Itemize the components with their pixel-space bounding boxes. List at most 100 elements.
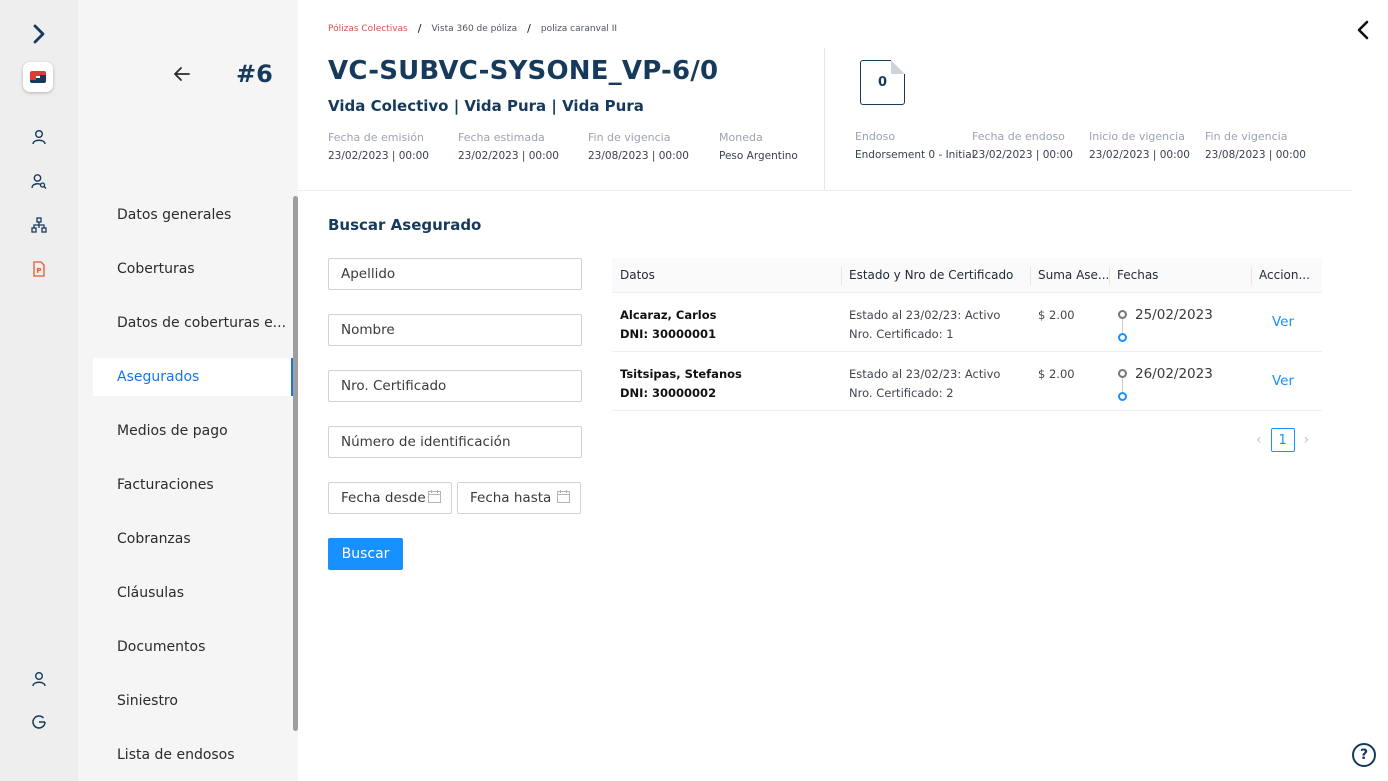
search-user-icon[interactable]	[0, 171, 78, 191]
meta-value: Peso Argentino	[719, 150, 798, 162]
breadcrumb-vista-360[interactable]: Vista 360 de póliza	[431, 24, 517, 34]
insured-date: 26/02/2023	[1135, 366, 1213, 382]
meta-value: 23/02/2023 | 00:00	[458, 150, 559, 162]
meta-fin-vigencia: Fin de vigencia 23/08/2023 | 00:00	[588, 131, 689, 162]
column-header-suma[interactable]: Suma Ase...	[1030, 258, 1109, 292]
section-divider	[298, 190, 1353, 191]
meta-label: Fecha de endoso	[972, 130, 1065, 143]
meta-inicio-vigencia: Inicio de vigencia 23/02/2023 | 00:00	[1089, 130, 1190, 161]
nav-item-medios-de-pago[interactable]: Medios de pago	[93, 404, 293, 458]
meta-fin-vigencia-endoso: Fin de vigencia 23/08/2023 | 00:00	[1205, 130, 1306, 161]
table-row: Alcaraz, Carlos DNI: 30000001 Estado al …	[612, 293, 1322, 352]
nav-item-asegurados[interactable]: Asegurados	[93, 358, 293, 396]
meta-endoso: Endoso Endorsement 0 - Initial	[855, 130, 975, 161]
ver-link[interactable]: Ver	[1251, 352, 1322, 410]
meta-moneda: Moneda Peso Argentino	[719, 131, 798, 162]
cell-datos: Alcaraz, Carlos DNI: 30000001	[612, 293, 841, 351]
buscar-button[interactable]: Buscar	[328, 538, 403, 570]
calendar-icon	[557, 489, 570, 507]
expand-menu-icon[interactable]	[0, 22, 78, 46]
pagination: ‹ 1 ›	[1256, 428, 1309, 452]
cell-suma: $ 2.00	[1038, 367, 1075, 381]
document-count-badge[interactable]: 0	[860, 60, 905, 105]
table-header: Datos Estado y Nro de Certificado Suma A…	[612, 258, 1322, 293]
column-header-fechas[interactable]: Fechas	[1109, 258, 1251, 292]
policy-document-icon[interactable]: P	[0, 259, 78, 279]
main-content: Pólizas Colectivas / Vista 360 de póliza…	[298, 0, 1388, 781]
breadcrumb-polizas-colectivas[interactable]: Pólizas Colectivas	[328, 24, 408, 34]
nav-item-datos-coberturas[interactable]: Datos de coberturas e...	[93, 296, 293, 350]
breadcrumb-separator: /	[527, 22, 531, 35]
meta-label: Endoso	[855, 130, 896, 143]
prev-page-icon[interactable]: ‹	[1256, 432, 1262, 448]
ver-link[interactable]: Ver	[1251, 293, 1322, 351]
svg-text:P: P	[36, 267, 41, 275]
nav-item-facturaciones[interactable]: Facturaciones	[93, 458, 293, 512]
insured-certificate: Nro. Certificado: 1	[849, 327, 954, 341]
nav-item-siniestro[interactable]: Siniestro	[93, 674, 293, 728]
meta-value: 23/02/2023 | 00:00	[1089, 149, 1190, 161]
timeline-dot-icon	[1118, 392, 1127, 401]
meta-fecha-estimada: Fecha estimada 23/02/2023 | 00:00	[458, 131, 559, 162]
column-header-acciones[interactable]: Accion...	[1251, 258, 1322, 292]
app-logo[interactable]	[23, 62, 53, 92]
meta-value: Endorsement 0 - Initial	[855, 149, 975, 161]
meta-label: Inicio de vigencia	[1089, 130, 1185, 143]
meta-value: 23/02/2023 | 00:00	[328, 150, 429, 162]
policy-subtitle: Vida Colectivo | Vida Pura | Vida Pura	[328, 97, 644, 115]
timeline-line	[1122, 319, 1123, 333]
cell-datos: Tsitsipas, Stefanos DNI: 30000002	[612, 352, 841, 410]
back-arrow-icon[interactable]	[170, 62, 194, 86]
insured-dni: DNI: 30000001	[620, 327, 717, 341]
nav-item-coberturas[interactable]: Coberturas	[93, 242, 293, 296]
meta-value: 23/02/2023 | 00:00	[972, 149, 1073, 161]
policy-sidebar: #6 Datos generales Coberturas Datos de c…	[78, 0, 298, 781]
column-header-estado[interactable]: Estado y Nro de Certificado	[841, 258, 1030, 292]
profile-icon[interactable]	[0, 669, 78, 689]
nav-item-datos-generales[interactable]: Datos generales	[93, 188, 293, 242]
identificacion-input[interactable]: Número de identificación	[328, 426, 582, 458]
timeline-dot-icon	[1118, 333, 1127, 342]
breadcrumb-current: poliza caranval II	[540, 23, 618, 34]
cell-fechas: 26/02/2023	[1109, 352, 1251, 410]
column-header-datos[interactable]: Datos	[612, 258, 841, 292]
hierarchy-icon[interactable]	[0, 215, 78, 235]
collapse-panel-icon[interactable]	[1356, 20, 1370, 44]
timeline-dot-icon	[1118, 310, 1127, 319]
logout-icon[interactable]	[0, 712, 78, 732]
meta-label: Fecha estimada	[458, 131, 545, 144]
user-icon[interactable]	[0, 127, 78, 147]
insured-name: Alcaraz, Carlos	[620, 308, 717, 322]
cell-suma: $ 2.00	[1038, 308, 1075, 322]
certificado-input[interactable]: Nro. Certificado	[328, 370, 582, 402]
icon-rail: P	[0, 0, 78, 781]
insured-status: Estado al 23/02/23: Activo	[849, 308, 1001, 322]
nav-item-cobranzas[interactable]: Cobranzas	[93, 512, 293, 566]
meta-value: 23/08/2023 | 00:00	[1205, 149, 1306, 161]
fecha-hasta-picker[interactable]: Fecha hasta	[457, 482, 581, 514]
nombre-input[interactable]: Nombre	[328, 314, 582, 346]
nav-item-documentos[interactable]: Documentos	[93, 620, 293, 674]
apellido-input[interactable]: Apellido	[328, 258, 582, 290]
insured-date: 25/02/2023	[1135, 307, 1213, 323]
meta-label: Fecha de emisión	[328, 131, 425, 144]
nav-item-clausulas[interactable]: Cláusulas	[93, 566, 293, 620]
policy-nav: Datos generales Coberturas Datos de cobe…	[93, 188, 293, 781]
meta-label: Fin de vigencia	[1205, 130, 1288, 143]
cell-estado: Estado al 23/02/23: Activo Nro. Certific…	[841, 293, 1030, 351]
fecha-desde-picker[interactable]: Fecha desde	[328, 482, 452, 514]
table-row: Tsitsipas, Stefanos DNI: 30000002 Estado…	[612, 352, 1322, 411]
meta-label: Moneda	[719, 131, 763, 144]
help-icon[interactable]: ?	[1352, 743, 1376, 767]
cell-estado: Estado al 23/02/23: Activo Nro. Certific…	[841, 352, 1030, 410]
breadcrumb-separator: /	[417, 22, 422, 35]
meta-label: Fin de vigencia	[588, 131, 671, 144]
header-divider	[824, 48, 825, 190]
breadcrumb: Pólizas Colectivas / Vista 360 de póliza…	[328, 22, 617, 35]
nav-item-lista-endosos[interactable]: Lista de endosos	[93, 728, 293, 781]
fecha-desde-placeholder: Fecha desde	[341, 490, 426, 506]
order-number: #6	[236, 60, 273, 88]
cell-fechas: 25/02/2023	[1109, 293, 1251, 351]
page-button[interactable]: 1	[1270, 428, 1295, 452]
next-page-icon[interactable]: ›	[1304, 432, 1310, 448]
